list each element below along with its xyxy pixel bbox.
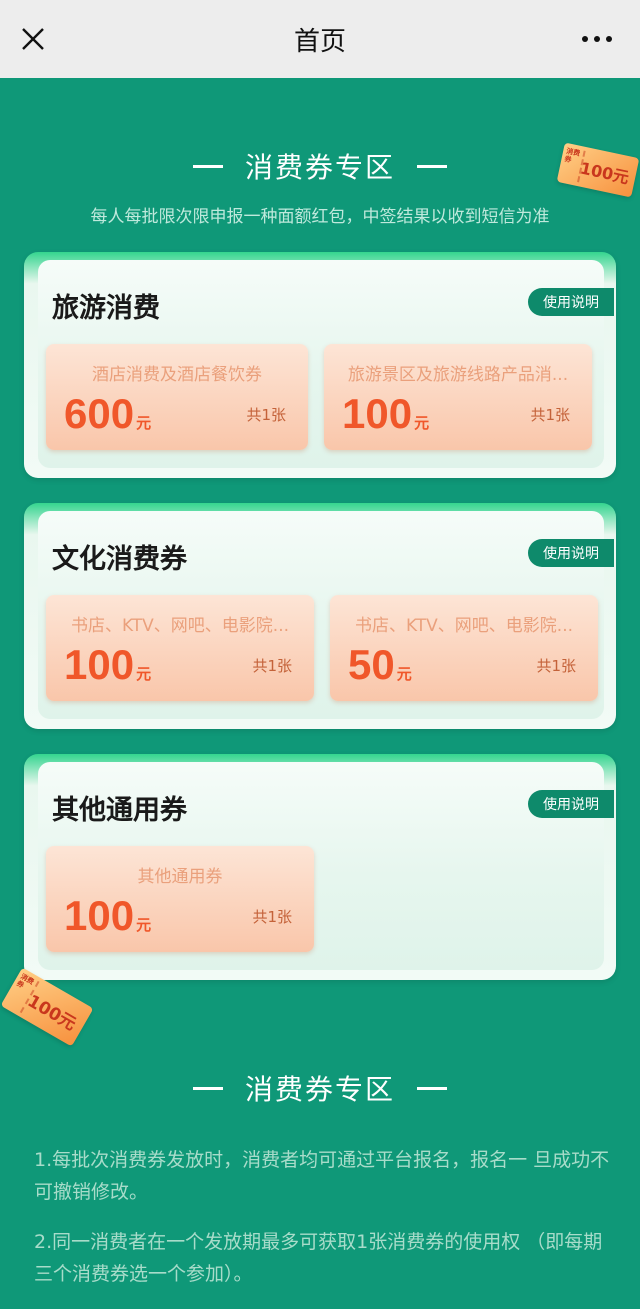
rule-item: 2.同一消费者在一个发放期最多可获取1张消费券的使用权 （即每期三个消费券选一个…: [34, 1231, 603, 1285]
coupon-card[interactable]: 酒店消费及酒店餐饮券 600 元 共1张: [46, 344, 308, 450]
coupon-count: 共1张: [246, 406, 286, 424]
card-travel: 旅游消费 使用说明 酒店消费及酒店餐饮券 600 元 共1张 旅游景区及旅游线路产…: [24, 252, 616, 478]
coupon-amount: 100 元: [64, 892, 152, 939]
coupon-desc: 旅游景区及旅游线路产品消...: [347, 365, 569, 385]
section-title-text: 消费券专区: [244, 1073, 395, 1106]
coupon-card[interactable]: 书店、KTV、网吧、电影院... 50 元 共1张: [330, 595, 598, 701]
card-general: 其他通用券 使用说明 其他通用券 100 元 共1张: [24, 754, 616, 980]
usage-instructions-button[interactable]: 使用说明: [528, 790, 614, 818]
coupon-amount: 100 元: [64, 641, 152, 688]
card-title: 其他通用券: [52, 795, 187, 826]
top-bar: 首页: [0, 0, 640, 78]
coupon-count: 共1张: [530, 406, 570, 424]
card-title: 文化消费券: [52, 544, 187, 575]
coupon-card[interactable]: 其他通用券 100 元 共1张: [46, 846, 314, 952]
coupon-card[interactable]: 书店、KTV、网吧、电影院... 100 元 共1张: [46, 595, 314, 701]
coupon-count: 共1张: [252, 908, 292, 926]
rule-item: 1.每批次消费券发放时，消费者均可通过平台报名，报名一 旦成功不可撤销修改。: [34, 1149, 610, 1203]
usage-instructions-button[interactable]: 使用说明: [528, 288, 614, 316]
card-title: 旅游消费: [52, 293, 160, 324]
close-icon[interactable]: [18, 24, 48, 54]
title-dash-left: [192, 164, 223, 168]
title-dash-right: [417, 1086, 447, 1090]
coupon-amount: 100 元: [342, 390, 430, 437]
usage-instructions-button[interactable]: 使用说明: [528, 539, 614, 567]
coupon-amount: 50 元: [348, 641, 412, 688]
title-dash-right: [417, 164, 447, 168]
section-title-text: 消费券专区: [244, 151, 395, 184]
coupon-desc: 酒店消费及酒店餐饮券: [92, 365, 262, 385]
page-title: 首页: [293, 26, 346, 57]
title-dash-left: [192, 1086, 223, 1090]
card-culture: 文化消费券 使用说明 书店、KTV、网吧、电影院... 100 元 共1张 书店、…: [24, 503, 616, 729]
section-title: 消费券专区: [0, 146, 640, 186]
coupon-desc: 其他通用券: [137, 867, 223, 887]
coupon-amount: 600 元: [64, 390, 152, 437]
coupon-count: 共1张: [536, 657, 576, 675]
coupon-count: 共1张: [252, 657, 292, 675]
section-subtitle: 每人每批限次限申报一种面额红包，中签结果以收到短信为准: [90, 207, 550, 227]
more-dots-icon[interactable]: [582, 36, 612, 42]
coupon-desc: 书店、KTV、网吧、电影院...: [354, 616, 574, 636]
coupon-card[interactable]: 旅游景区及旅游线路产品消... 100 元 共1张: [324, 344, 592, 450]
coupon-desc: 书店、KTV、网吧、电影院...: [70, 616, 290, 636]
section-title-2: 消费券专区: [0, 1068, 640, 1108]
